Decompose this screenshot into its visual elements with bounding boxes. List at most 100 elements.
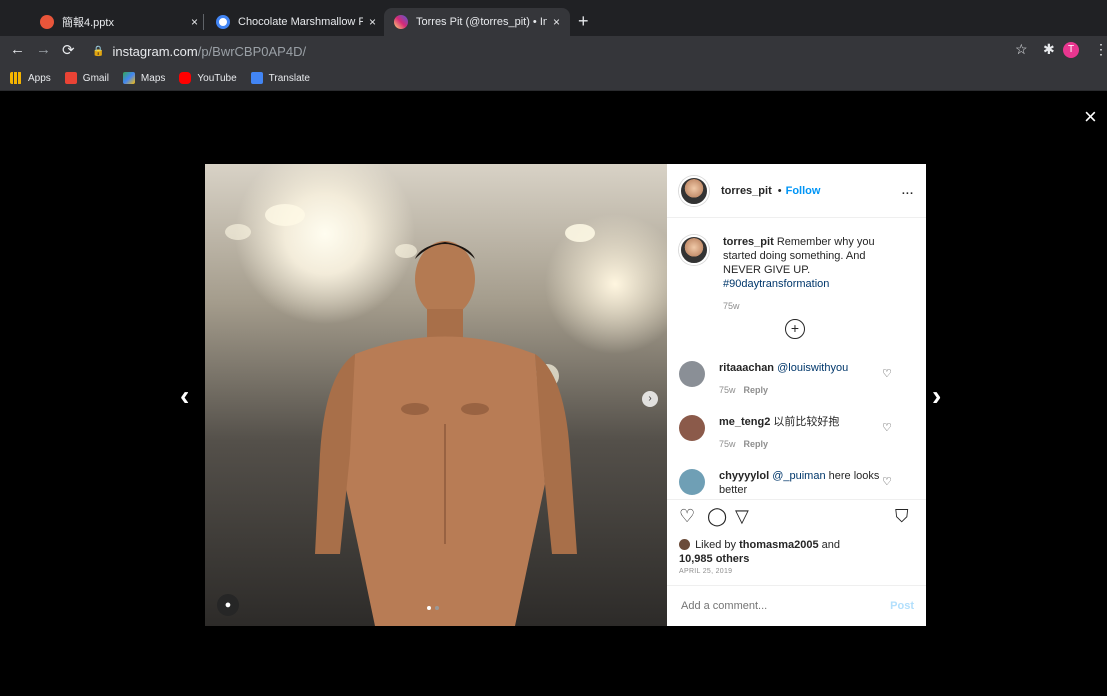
reload-icon[interactable]: ⟳ <box>62 41 75 59</box>
man-silhouette <box>315 241 577 626</box>
tab-chocolate[interactable]: Chocolate Marshmallow Poutin × <box>206 8 386 36</box>
bookmark-label: Apps <box>28 72 51 84</box>
post-username[interactable]: torres_pit <box>721 185 772 197</box>
youtube-icon <box>179 72 192 84</box>
tab-instagram[interactable]: Torres Pit (@torres_pit) • Insta × <box>384 8 570 36</box>
apps-grid-icon <box>10 72 22 84</box>
bookmark-translate[interactable]: Translate <box>250 72 310 84</box>
comment-username[interactable]: me_teng2 <box>719 416 770 428</box>
comment-mention[interactable]: @louiswithyou <box>777 362 848 374</box>
post-comment-button[interactable]: Post <box>890 600 914 612</box>
comment-input[interactable] <box>679 599 891 613</box>
comment-username[interactable]: ritaaachan <box>719 362 774 374</box>
tab-pptx[interactable]: 簡報4.pptx × <box>30 8 208 36</box>
close-tab-icon[interactable]: × <box>553 15 560 29</box>
likes-count[interactable]: 10,985 others <box>679 553 749 565</box>
photo-next-icon[interactable]: › <box>642 391 658 407</box>
comment: me_teng2 以前比较好抱 75w Reply <box>679 415 889 451</box>
bookmark-gmail[interactable]: Gmail <box>64 72 109 84</box>
likes-and: and <box>821 539 841 551</box>
caption-username[interactable]: torres_pit <box>723 236 774 248</box>
dot-active <box>427 606 431 610</box>
comment-username[interactable]: chyyyylol <box>719 470 769 482</box>
extensions-icon[interactable]: ✱ <box>1043 41 1055 58</box>
caption: torres_pit Remember why you started doin… <box>679 235 893 313</box>
tab-title: Chocolate Marshmallow Poutin <box>238 16 363 28</box>
address-bar[interactable]: 🔒 instagram.com/p/BwrCBP0AP4D/ <box>92 40 1032 62</box>
url-path: /p/BwrCBP0AP4D/ <box>197 43 307 59</box>
comment-text: 以前比较好抱 <box>773 416 840 428</box>
reply-button[interactable]: Reply <box>744 439 769 449</box>
comment-mention[interactable]: @_puiman <box>772 470 825 482</box>
post-modal: › ● torres_pit • Follow ... torres_pit R… <box>205 164 926 626</box>
close-modal-icon[interactable]: × <box>1084 104 1097 130</box>
comments-list[interactable]: torres_pit Remember why you started doin… <box>667 219 926 499</box>
bookmark-maps[interactable]: Maps <box>122 72 166 84</box>
like-icon[interactable]: ♡ <box>679 506 695 527</box>
close-tab-icon[interactable]: × <box>369 15 376 29</box>
forward-icon[interactable]: → <box>36 41 51 58</box>
comment-icon[interactable]: ◯ <box>707 506 727 527</box>
maps-icon <box>122 72 135 84</box>
caption-age: 75w <box>723 301 740 311</box>
light-bokeh <box>265 204 305 226</box>
translate-icon <box>250 72 263 84</box>
bookmark-label: Gmail <box>82 72 109 84</box>
dot <box>435 606 439 610</box>
avatar[interactable] <box>679 415 705 441</box>
bookmark-youtube[interactable]: YouTube <box>179 72 237 84</box>
liker-username[interactable]: thomasma2005 <box>739 539 819 551</box>
post-actions: ♡ ◯ ▽ ⛉ Liked by thomasma2005 and 10,985… <box>667 499 926 586</box>
post-header: torres_pit • Follow ... <box>667 164 926 218</box>
light-bokeh <box>225 224 251 240</box>
bookmark-apps[interactable]: Apps <box>10 72 51 84</box>
bookmark-label: YouTube <box>197 72 237 84</box>
carousel-dots <box>427 606 439 610</box>
separator-dot: • <box>777 184 782 197</box>
avatar[interactable] <box>679 235 709 265</box>
tab-separator <box>203 14 204 30</box>
menu-icon[interactable]: ⋮ <box>1094 41 1107 58</box>
add-comment-bar: Post <box>667 585 926 626</box>
avatar[interactable] <box>679 361 705 387</box>
profile-avatar[interactable]: T <box>1063 42 1079 58</box>
likes-summary: Liked by thomasma2005 and 10,985 others <box>679 538 840 566</box>
comment: chyyyylol @_puiman here looks better <box>679 469 889 497</box>
reply-button[interactable]: Reply <box>744 385 769 395</box>
follow-button[interactable]: Follow <box>786 185 821 197</box>
share-icon[interactable]: ▽ <box>735 506 749 527</box>
save-icon[interactable]: ⛉ <box>895 506 909 527</box>
post-sidebar: torres_pit • Follow ... torres_pit Remem… <box>667 164 926 626</box>
load-more-comments-icon[interactable]: + <box>785 319 805 339</box>
powerpoint-icon <box>40 15 54 29</box>
comment-age: 75w <box>719 385 736 395</box>
browser-tab-strip: 簡報4.pptx × Chocolate Marshmallow Poutin … <box>0 0 1107 36</box>
avatar[interactable] <box>679 469 705 495</box>
bookmark-label: Translate <box>268 72 310 84</box>
comment-age: 75w <box>719 439 736 449</box>
more-options-icon[interactable]: ... <box>902 185 914 197</box>
avatar[interactable] <box>679 175 709 206</box>
liker-avatar <box>679 539 690 550</box>
new-tab-button[interactable]: + <box>578 11 589 32</box>
post-photo[interactable]: › ● <box>205 164 667 626</box>
like-comment-icon[interactable]: ♡ <box>882 367 892 380</box>
back-icon[interactable]: ← <box>10 41 25 58</box>
close-tab-icon[interactable]: × <box>191 15 198 29</box>
comment: ritaaachan @louiswithyou 75w Reply <box>679 361 889 397</box>
url-domain: instagram.com <box>112 43 198 59</box>
google-icon <box>216 15 230 29</box>
like-comment-icon[interactable]: ♡ <box>882 421 892 434</box>
hashtag-link[interactable]: #90daytransformation <box>723 278 829 290</box>
bookmark-star-icon[interactable]: ☆ <box>1015 41 1028 58</box>
tab-title: 簡報4.pptx <box>62 17 114 29</box>
instagram-icon <box>394 15 408 29</box>
previous-post-icon[interactable]: ‹ <box>180 380 189 412</box>
next-post-icon[interactable]: › <box>932 380 941 412</box>
tab-title: Torres Pit (@torres_pit) • Insta <box>416 16 547 28</box>
browser-toolbar: ← → ⟳ 🔒 instagram.com/p/BwrCBP0AP4D/ ☆ ✱… <box>0 36 1107 66</box>
user-tag-icon[interactable]: ● <box>217 594 239 616</box>
bookmark-label: Maps <box>140 72 166 84</box>
lock-icon: 🔒 <box>92 45 105 57</box>
like-comment-icon[interactable]: ♡ <box>882 475 892 488</box>
